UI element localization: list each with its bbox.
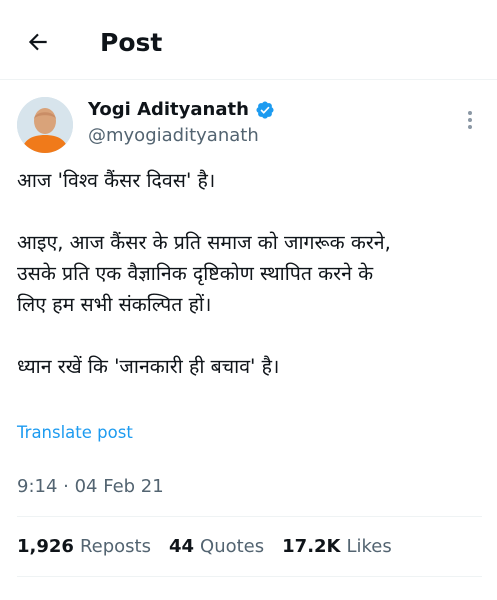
author-name-text: Yogi Adityanath — [88, 99, 249, 120]
likes-label: Likes — [346, 536, 392, 557]
profile-photo — [17, 97, 73, 153]
divider — [17, 576, 482, 577]
more-dot — [468, 118, 472, 122]
likes-count: 17.2K — [282, 536, 341, 557]
post-line: आइए, आज कैंसर के प्रति समाज को जागरूक कर… — [17, 231, 391, 254]
post-timestamp[interactable]: 9:14 · 04 Feb 21 — [17, 475, 164, 499]
author-name[interactable]: Yogi Adityanath — [88, 98, 275, 122]
reposts-stat[interactable]: 1,926 Reposts — [17, 535, 151, 559]
page-title: Post — [100, 28, 163, 57]
quotes-label: Quotes — [200, 536, 265, 557]
more-dot — [468, 125, 472, 129]
post-line: लिए हम सभी संकल्पित हों। — [17, 293, 212, 316]
reposts-count: 1,926 — [17, 536, 74, 557]
likes-stat[interactable]: 17.2K Likes — [282, 535, 392, 559]
post-line: ध्यान रखें कि 'जानकारी ही बचाव' है। — [17, 355, 280, 378]
engagement-stats: 1,926 Reposts 44 Quotes 17.2K Likes — [17, 535, 392, 559]
reposts-label: Reposts — [79, 536, 151, 557]
back-button[interactable] — [22, 26, 54, 58]
arrow-left-icon — [28, 33, 47, 51]
more-options-button[interactable] — [458, 106, 482, 134]
author-handle[interactable]: @myogiadityanath — [88, 124, 259, 148]
quotes-count: 44 — [168, 536, 195, 557]
post-line: उसके प्रति एक वैज्ञानिक दृष्टिकोण स्थापि… — [17, 262, 374, 285]
more-dots-icon — [468, 111, 472, 115]
translate-post-link[interactable]: Translate post — [17, 422, 133, 444]
avatar[interactable] — [17, 97, 73, 153]
post-line: आज 'विश्व कैंसर दिवस' है। — [17, 169, 216, 192]
divider — [17, 516, 482, 517]
post-text: आज 'विश्व कैंसर दिवस' है। आइए, आज कैंसर … — [17, 165, 487, 382]
verified-badge-icon — [256, 101, 274, 119]
quotes-stat[interactable]: 44 Quotes — [169, 535, 264, 559]
top-bar: Post — [0, 0, 497, 80]
